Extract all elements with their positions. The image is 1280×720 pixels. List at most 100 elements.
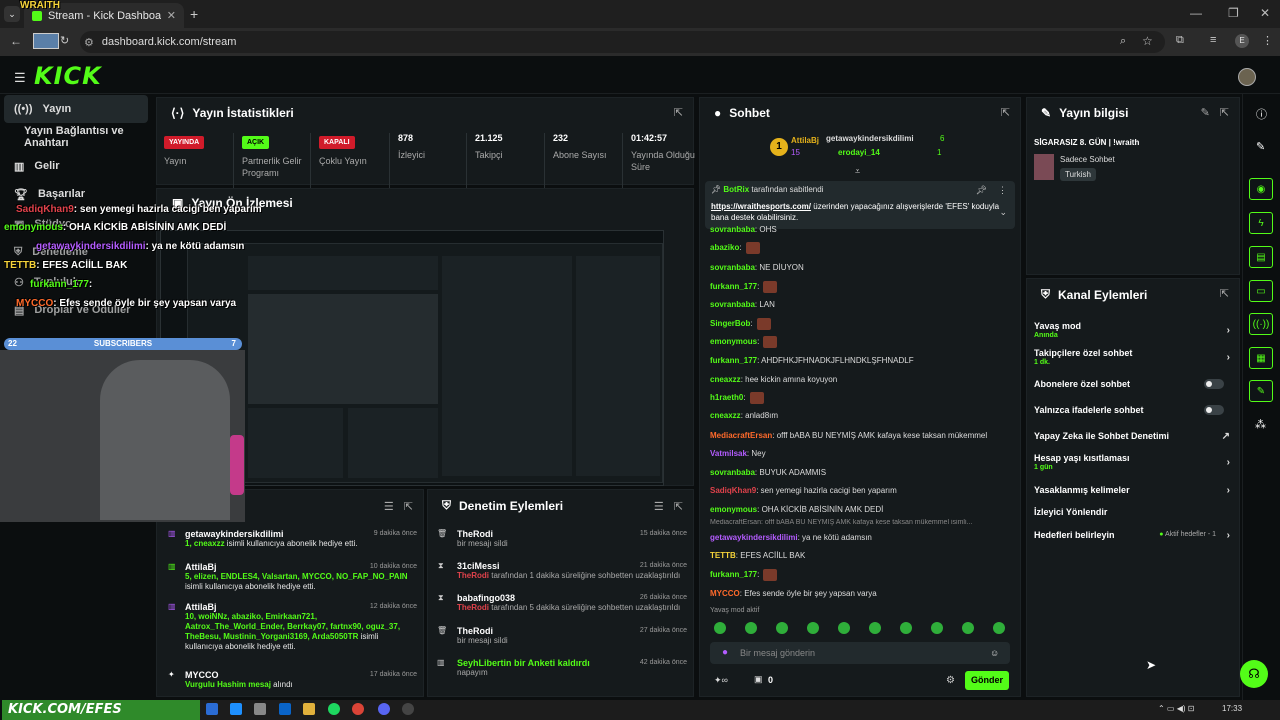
discord-icon[interactable]	[378, 703, 390, 715]
outlook-icon[interactable]	[279, 703, 291, 715]
mic-icon[interactable]: ●	[722, 647, 728, 658]
chat-message[interactable]: cneaxzz: anlad8ım	[710, 410, 1015, 421]
store-icon[interactable]	[254, 703, 266, 715]
chat-username[interactable]: h1raeth0	[710, 393, 743, 402]
gifter-row-3[interactable]: erodayi_14	[838, 148, 880, 157]
chat-message[interactable]: furkann_177:	[710, 281, 1015, 293]
filter-icon[interactable]: ☰	[654, 500, 664, 513]
chat-settings-icon[interactable]: ⚙	[946, 675, 955, 686]
chrome-icon[interactable]	[352, 703, 364, 715]
browser-menu-icon[interactable]: ⋮	[1262, 34, 1273, 47]
chat-message[interactable]: furkann_177:	[710, 569, 1015, 581]
obs-icon[interactable]	[402, 703, 414, 715]
quick-emote[interactable]	[900, 622, 912, 634]
chat-message[interactable]: MediacraftErsan: offf bABA BU NEYMİŞ AMK…	[710, 430, 1015, 441]
rail-button-broadcast[interactable]: ((·))	[1249, 313, 1273, 335]
chat-message[interactable]: emonymous:	[710, 336, 1015, 348]
windows-start-icon[interactable]	[206, 703, 218, 715]
more-options-icon[interactable]: ⁂	[1255, 418, 1266, 431]
chat-message[interactable]: h1raeth0:	[710, 392, 1015, 404]
chat-message[interactable]: emonymous: OHA KİCKİB ABİSİNİN AMK DEDİ	[710, 504, 1015, 515]
edit-icon[interactable]: ✎	[1256, 140, 1265, 153]
chat-username[interactable]: furkann_177	[710, 282, 757, 291]
chat-message[interactable]: SingerBob:	[710, 318, 1015, 330]
hamburger-menu-icon[interactable]: ☰	[14, 70, 26, 86]
pinned-link[interactable]: https://wraithesports.com/	[711, 202, 811, 211]
quick-emote[interactable]	[838, 622, 850, 634]
profile-avatar[interactable]: E	[1235, 34, 1249, 48]
action-follower-chat[interactable]: Takipçilere özel sohbet 1 dk. ›	[1034, 348, 1230, 366]
reload-icon[interactable]: ↻	[60, 34, 69, 47]
action-slow-mode[interactable]: Yavaş mod Anında ›	[1034, 321, 1230, 339]
quick-emote[interactable]	[962, 622, 974, 634]
chat-message[interactable]: sovranbaba: BUYUK ADAMMIS	[710, 467, 1015, 478]
popout-icon[interactable]: ⇱	[404, 500, 413, 513]
chat-username[interactable]: SingerBob	[710, 319, 750, 328]
minimize-icon[interactable]: —	[1190, 6, 1202, 20]
rail-button-notes[interactable]: ▤	[1249, 246, 1273, 268]
more-icon[interactable]: ⋮	[998, 185, 1007, 196]
quick-emote[interactable]	[745, 622, 757, 634]
chat-message[interactable]: getawaykindersikdilimi: ya ne kötü adams…	[710, 532, 1015, 543]
sidebar-item-stream-key[interactable]: Yayın Bağlantısı ve Anahtarı	[4, 123, 148, 151]
rail-button-tools[interactable]: ✎	[1249, 380, 1273, 402]
rail-button-chat[interactable]: ▭	[1249, 280, 1273, 302]
kick-logo[interactable]: KICK	[34, 62, 102, 90]
new-tab-button[interactable]: +	[190, 6, 198, 22]
top-gifter-name[interactable]: AttilaBj	[791, 136, 819, 145]
chat-username[interactable]: cneaxzz	[710, 375, 741, 384]
sidebar-item-revenue[interactable]: ▥ Gelir	[4, 152, 148, 180]
chat-message[interactable]: sovranbaba: NE DİUYON	[710, 262, 1015, 273]
rail-button-storage[interactable]: ▦	[1249, 347, 1273, 369]
tab-close-icon[interactable]: ✕	[167, 9, 176, 22]
chat-message[interactable]: abaziko:	[710, 242, 1015, 254]
spotify-icon[interactable]	[328, 703, 340, 715]
rail-button-camera[interactable]: ◉	[1249, 178, 1273, 200]
filter-icon[interactable]: ☰	[384, 500, 394, 513]
chat-username[interactable]: furkann_177	[710, 570, 757, 579]
chat-username[interactable]: emonymous	[710, 337, 757, 346]
edit-icon[interactable]: ✎	[1201, 106, 1210, 119]
pin-icon[interactable]: 📌︎	[976, 185, 987, 196]
action-account-age[interactable]: Hesap yaşı kısıtlaması 1 gün ›	[1034, 453, 1230, 471]
toggle-switch[interactable]	[1204, 405, 1224, 415]
chat-username[interactable]: SadiqKhan9	[710, 486, 756, 495]
popout-icon[interactable]: ⇱	[674, 106, 683, 119]
folder-icon[interactable]	[303, 703, 315, 715]
chat-message[interactable]: furkann_177: AHDFHKJFHNADKJFLHNDKLŞFHNAD…	[710, 355, 1015, 366]
chat-username[interactable]: emonymous	[710, 505, 757, 514]
chat-message[interactable]: TETTB: EFES ACİİLL BAK	[710, 550, 1015, 561]
support-button[interactable]: ☊	[1240, 660, 1268, 688]
gifter-row-2[interactable]: getawaykindersikdilimi	[826, 134, 914, 143]
chat-username[interactable]: sovranbaba	[710, 225, 755, 234]
stream-category[interactable]: Sadece Sohbet	[1060, 155, 1115, 164]
quick-emote[interactable]	[931, 622, 943, 634]
quick-emote[interactable]	[807, 622, 819, 634]
user-avatar[interactable]	[1238, 68, 1256, 86]
send-button[interactable]: Gönder	[965, 671, 1009, 690]
chat-username[interactable]: sovranbaba	[710, 300, 755, 309]
back-icon[interactable]: ←	[10, 34, 22, 48]
chat-message[interactable]: sovranbaba: LAN	[710, 299, 1015, 310]
chat-username[interactable]: MediacraftErsan	[710, 431, 772, 440]
popout-icon[interactable]: ⇱	[1220, 106, 1229, 119]
zoom-icon[interactable]: ⌕	[1120, 35, 1126, 48]
sidebar-item-stream[interactable]: ((•)) Yayın	[4, 95, 148, 123]
chat-username[interactable]: abaziko	[710, 243, 739, 252]
rail-button-flash[interactable]: ϟ	[1249, 212, 1273, 234]
quick-emote[interactable]	[993, 622, 1005, 634]
chat-message[interactable]: MYCCO: Efes sende öyle bir şey yapsan va…	[710, 588, 1015, 599]
site-info-icon[interactable]: ⚙	[84, 36, 94, 49]
edge-icon[interactable]	[230, 703, 242, 715]
chat-username[interactable]: sovranbaba	[710, 468, 755, 477]
popout-icon[interactable]: ⇱	[674, 500, 683, 513]
emoji-picker-icon[interactable]: ☺	[990, 648, 999, 658]
chat-message[interactable]: sovranbaba: OHS	[710, 224, 1015, 235]
media-icon[interactable]: ≡	[1210, 34, 1216, 46]
chat-username[interactable]: TETTB	[710, 551, 736, 560]
chat-username[interactable]: MYCCO	[710, 589, 740, 598]
window-close-icon[interactable]: ✕	[1260, 6, 1270, 20]
chat-username[interactable]: Vatmilsak	[710, 449, 747, 458]
quick-emote[interactable]	[869, 622, 881, 634]
extensions-icon[interactable]: ⧉	[1176, 34, 1184, 47]
